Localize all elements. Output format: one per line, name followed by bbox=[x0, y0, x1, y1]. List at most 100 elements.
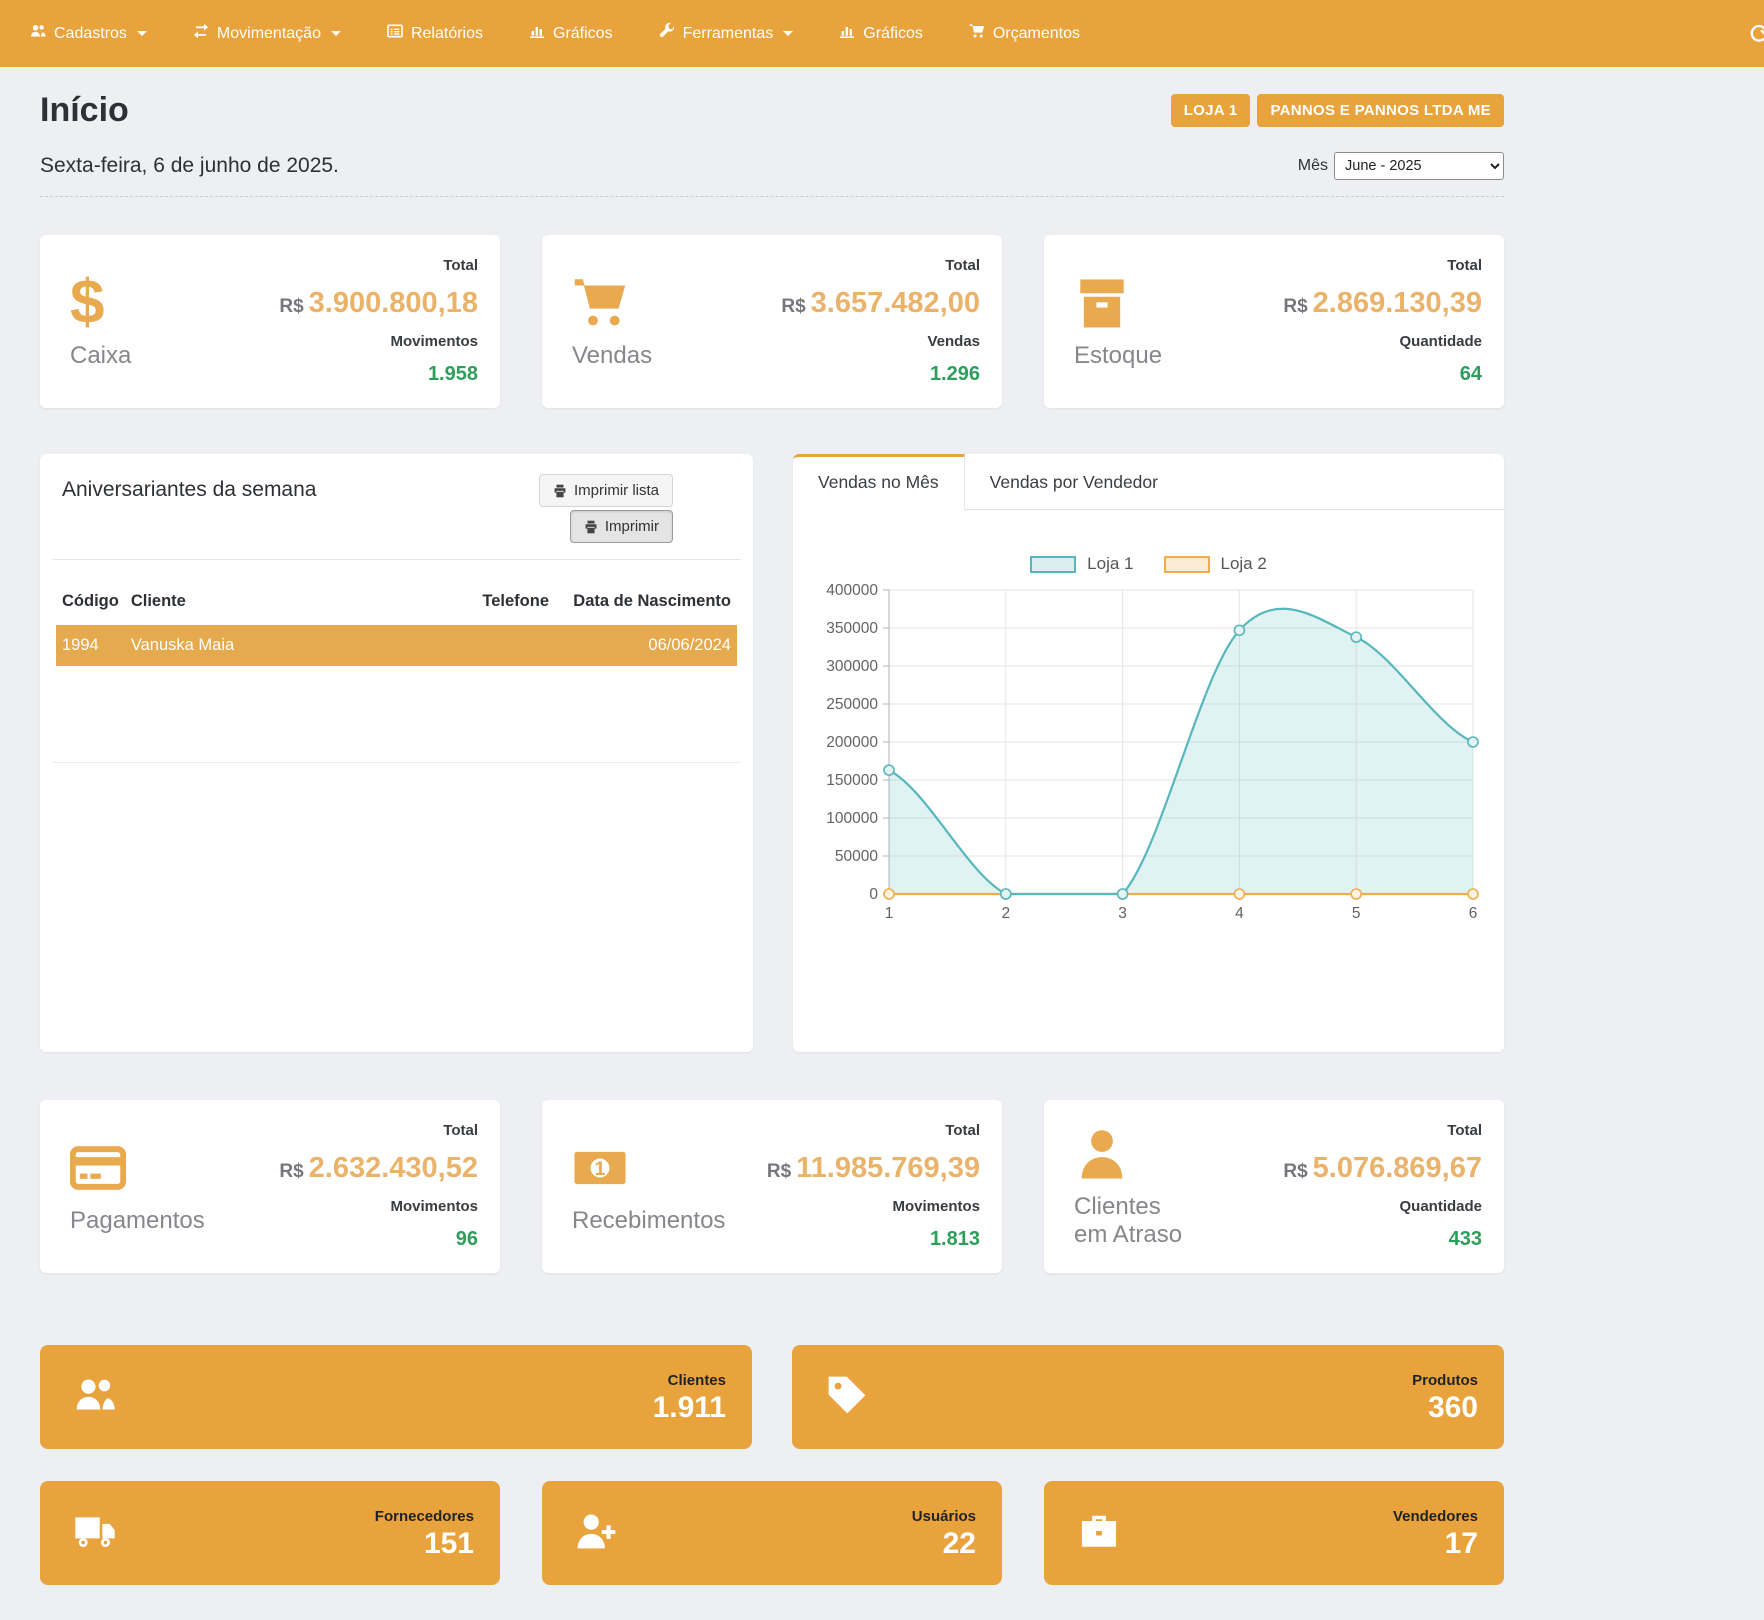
company-badge[interactable]: PANNOS E PANNOS LTDA ME bbox=[1257, 94, 1504, 127]
tab-vendas-por-vendedor[interactable]: Vendas por Vendedor bbox=[965, 454, 1183, 510]
cell-phone bbox=[455, 625, 555, 666]
svg-text:4: 4 bbox=[1235, 905, 1244, 922]
nav-label: Orçamentos bbox=[993, 25, 1080, 43]
nav-relatorios[interactable]: Relatórios bbox=[387, 23, 483, 44]
tile-produtos[interactable]: Produtos 360 bbox=[792, 1345, 1504, 1449]
tab-filler bbox=[1183, 454, 1504, 510]
cell-client: Vanuska Maia bbox=[125, 625, 455, 666]
month-label: Mês bbox=[1298, 157, 1328, 175]
users-icon bbox=[74, 1374, 116, 1421]
nav-label: Gráficos bbox=[553, 25, 613, 43]
archive-box-icon bbox=[1074, 274, 1239, 332]
refresh-icon[interactable]: ⟳ bbox=[1750, 17, 1764, 50]
total-label: Total bbox=[1239, 1122, 1482, 1139]
stat-label: Vendas bbox=[572, 342, 737, 370]
column-header-cliente: Cliente bbox=[125, 586, 455, 625]
tile-label: Fornecedores bbox=[375, 1508, 474, 1525]
total-label: Total bbox=[1239, 257, 1482, 274]
stat-label: Caixa bbox=[70, 342, 235, 370]
store-badge[interactable]: LOJA 1 bbox=[1171, 94, 1251, 127]
count-label: Quantidade bbox=[1239, 333, 1482, 350]
nav-label: Relatórios bbox=[411, 25, 483, 43]
count-value: 64 bbox=[1239, 363, 1482, 386]
tile-label: Vendedores bbox=[1393, 1508, 1478, 1525]
count-label: Quantidade bbox=[1239, 1198, 1482, 1215]
svg-text:0: 0 bbox=[869, 886, 878, 903]
svg-text:400000: 400000 bbox=[826, 582, 878, 599]
nav-movimentacao[interactable]: Movimentação bbox=[193, 23, 341, 44]
cart-icon bbox=[969, 23, 985, 44]
total-label: Total bbox=[737, 1122, 980, 1139]
dollar-icon: $ bbox=[70, 274, 235, 332]
birthdays-title: Aniversariantes da semana bbox=[62, 478, 316, 502]
total-value: R$2.869.130,39 bbox=[1239, 287, 1482, 320]
stat-card-clientes-atraso: Clientes em Atraso Total R$5.076.869,67 … bbox=[1044, 1100, 1504, 1273]
tile-label: Clientes bbox=[653, 1372, 726, 1389]
total-value: R$3.900.800,18 bbox=[235, 287, 478, 320]
chart-area: Loja 1Loja 2 050000100000150000200000250… bbox=[793, 510, 1504, 944]
svg-text:250000: 250000 bbox=[826, 696, 878, 713]
stat-card-pagamentos: Pagamentos Total R$2.632.430,52 Moviment… bbox=[40, 1100, 500, 1273]
tile-clientes[interactable]: Clientes 1.911 bbox=[40, 1345, 752, 1449]
tile-value: 151 bbox=[375, 1529, 474, 1559]
table-row[interactable]: 1994 Vanuska Maia 06/06/2024 bbox=[56, 625, 737, 666]
tile-label: Produtos bbox=[1412, 1372, 1478, 1389]
legend-label: Loja 1 bbox=[1087, 554, 1133, 574]
total-value: R$2.632.430,52 bbox=[235, 1152, 478, 1185]
nav-cadastros[interactable]: Cadastros bbox=[30, 23, 147, 44]
svg-text:5: 5 bbox=[1352, 905, 1361, 922]
svg-text:350000: 350000 bbox=[826, 620, 878, 637]
svg-text:150000: 150000 bbox=[826, 772, 878, 789]
count-value: 433 bbox=[1239, 1228, 1482, 1251]
printer-icon bbox=[584, 520, 598, 534]
total-value: R$3.657.482,00 bbox=[737, 287, 980, 320]
chart-tabs: Vendas no Mês Vendas por Vendedor bbox=[793, 454, 1504, 510]
nav-label: Ferramentas bbox=[683, 25, 774, 43]
birthdays-table: Código Cliente Telefone Data de Nascimen… bbox=[56, 586, 737, 666]
stat-label: Pagamentos bbox=[70, 1207, 235, 1235]
legend-item-loja-1[interactable]: Loja 1 bbox=[1030, 554, 1133, 574]
tile-usuarios[interactable]: Usuários 22 bbox=[542, 1481, 1002, 1585]
legend-label: Loja 2 bbox=[1221, 554, 1267, 574]
svg-text:6: 6 bbox=[1469, 905, 1478, 922]
total-label: Total bbox=[235, 257, 478, 274]
nav-graficos-2[interactable]: Gráficos bbox=[839, 23, 923, 44]
nav-graficos-1[interactable]: Gráficos bbox=[529, 23, 613, 44]
sales-chart-panel: Vendas no Mês Vendas por Vendedor Loja 1… bbox=[793, 454, 1504, 1052]
print-list-button[interactable]: Imprimir lista bbox=[539, 474, 673, 507]
chevron-down-icon bbox=[137, 31, 147, 36]
tile-vendedores[interactable]: Vendedores 17 bbox=[1044, 1481, 1504, 1585]
nav-orcamentos[interactable]: Orçamentos bbox=[969, 23, 1080, 44]
page-content: Início LOJA 1 PANNOS E PANNOS LTDA ME Se… bbox=[40, 91, 1504, 1585]
top-navbar: Cadastros Movimentação Relatórios Gráfic… bbox=[0, 0, 1764, 67]
tile-fornecedores[interactable]: Fornecedores 151 bbox=[40, 1481, 500, 1585]
tab-vendas-no-mes[interactable]: Vendas no Mês bbox=[793, 454, 965, 510]
svg-text:50000: 50000 bbox=[835, 848, 878, 865]
month-select[interactable]: June - 2025 bbox=[1334, 152, 1504, 180]
total-label: Total bbox=[737, 257, 980, 274]
chevron-down-icon bbox=[783, 31, 793, 36]
tile-label: Usuários bbox=[912, 1508, 976, 1525]
count-label: Movimentos bbox=[235, 333, 478, 350]
count-value: 1.296 bbox=[737, 363, 980, 386]
printer-icon bbox=[553, 484, 567, 498]
chart-legend: Loja 1 Loja 2 bbox=[809, 554, 1488, 574]
tile-value: 360 bbox=[1412, 1393, 1478, 1423]
legend-item-loja-2[interactable]: Loja 2 bbox=[1164, 554, 1267, 574]
tile-value: 17 bbox=[1393, 1529, 1478, 1559]
legend-swatch bbox=[1164, 556, 1210, 573]
chevron-down-icon bbox=[331, 31, 341, 36]
nav-label: Movimentação bbox=[217, 25, 321, 43]
print-button[interactable]: Imprimir bbox=[570, 510, 673, 543]
exchange-icon bbox=[193, 23, 209, 44]
count-label: Movimentos bbox=[235, 1198, 478, 1215]
report-icon bbox=[387, 23, 403, 44]
tile-value: 1.911 bbox=[653, 1393, 726, 1423]
nav-ferramentas[interactable]: Ferramentas bbox=[659, 23, 794, 44]
svg-text:100000: 100000 bbox=[826, 810, 878, 827]
stat-card-vendas: Vendas Total R$3.657.482,00 Vendas 1.296 bbox=[542, 235, 1002, 408]
stat-label: Clientes em Atraso bbox=[1074, 1193, 1194, 1248]
money-bill-icon: 1 bbox=[572, 1139, 737, 1197]
briefcase-icon bbox=[1078, 1510, 1120, 1557]
user-icon bbox=[1074, 1125, 1239, 1183]
